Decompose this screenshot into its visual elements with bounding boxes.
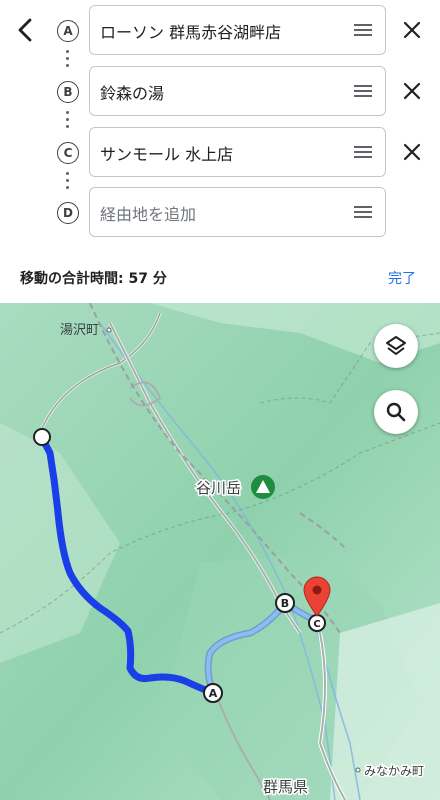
mountain-icon xyxy=(251,475,275,499)
total-travel-time: 移動の合計時間: 57 分 xyxy=(20,271,167,287)
remove-stop-c-icon[interactable] xyxy=(401,141,423,163)
layers-button[interactable] xyxy=(374,324,418,368)
map-label-yuzawa: 湯沢町 xyxy=(60,323,99,338)
stop-b-text: 鈴森の湯 xyxy=(100,84,165,103)
stop-a-text: ローソン 群馬赤谷湖畔店 xyxy=(100,23,282,42)
search-button[interactable] xyxy=(374,390,418,434)
marker-a: A xyxy=(203,683,223,703)
stop-c-field[interactable]: サンモール 水上店 xyxy=(89,127,386,177)
stop-a-badge: A xyxy=(57,20,79,42)
add-stop-field[interactable]: 経由地を追加 xyxy=(89,187,386,237)
stop-d-badge: D xyxy=(57,202,79,224)
drag-handle-icon[interactable] xyxy=(354,85,372,97)
map-label-gunma: 群馬県 xyxy=(263,778,308,796)
remove-stop-a-icon[interactable] xyxy=(401,19,423,41)
stop-row-d: D 経由地を追加 xyxy=(0,187,440,239)
marker-b-label: B xyxy=(281,597,289,610)
stop-b-badge: B xyxy=(57,81,79,103)
marker-b: B xyxy=(275,593,295,613)
marker-c: C xyxy=(308,614,326,632)
search-icon xyxy=(386,402,406,422)
drag-handle-icon[interactable] xyxy=(354,24,372,36)
add-stop-placeholder: 経由地を追加 xyxy=(100,205,197,224)
map-view[interactable]: A B C 湯沢町 谷川岳 群馬県 みなかみ町 xyxy=(0,303,440,800)
done-button[interactable]: 完了 xyxy=(388,268,416,288)
map-canvas[interactable]: A B C 湯沢町 谷川岳 群馬県 みなかみ町 xyxy=(0,303,440,800)
stop-b-field[interactable]: 鈴森の湯 xyxy=(89,66,386,116)
stop-c-text: サンモール 水上店 xyxy=(100,145,234,164)
map-label-tanigawa: 谷川岳 xyxy=(196,479,241,497)
layers-icon xyxy=(386,336,406,355)
route-start-marker xyxy=(33,428,51,446)
directions-panel: A ローソン 群馬赤谷湖畔店 B 鈴森の湯 C サンモール 水上店 D 経由地を… xyxy=(0,0,440,303)
marker-c-label: C xyxy=(313,619,320,630)
stop-a-field[interactable]: ローソン 群馬赤谷湖畔店 xyxy=(89,5,386,55)
drag-handle-icon[interactable] xyxy=(354,146,372,158)
marker-a-label: A xyxy=(209,687,218,700)
map-label-minakami: みなかみ町 xyxy=(364,764,424,778)
remove-stop-b-icon[interactable] xyxy=(401,80,423,102)
stop-c-badge: C xyxy=(57,142,79,164)
drag-handle-icon[interactable] xyxy=(354,206,372,218)
